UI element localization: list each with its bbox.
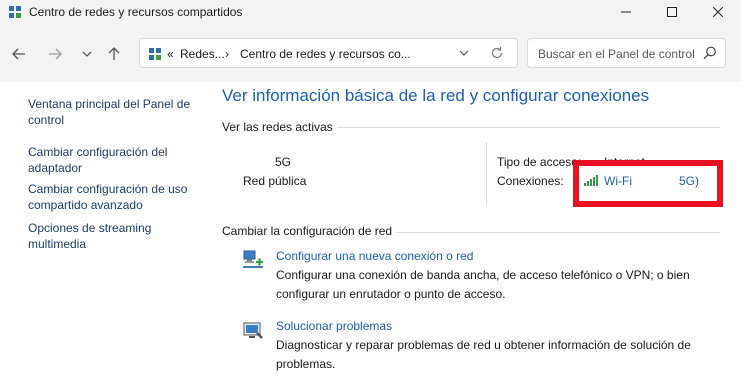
chevron-down-icon[interactable]	[459, 50, 469, 58]
arrow-right-icon	[49, 48, 62, 60]
breadcrumb-overflow[interactable]: «	[167, 47, 174, 61]
maximize-icon	[667, 7, 677, 17]
network-name: 5G	[275, 155, 292, 169]
arrow-up-icon	[108, 47, 120, 60]
maximize-button[interactable]	[649, 0, 695, 24]
close-icon	[713, 7, 723, 17]
network-center-icon	[149, 48, 161, 60]
up-button[interactable]	[104, 47, 124, 64]
search-input[interactable]	[536, 45, 700, 63]
task-troubleshoot-link[interactable]: Solucionar problemas	[276, 319, 392, 333]
network-center-icon	[9, 6, 21, 18]
breadcrumb-separator[interactable]: ›	[225, 47, 229, 61]
connections-label: Conexiones:	[497, 174, 564, 188]
new-connection-icon	[243, 250, 263, 268]
arrow-left-icon	[12, 48, 25, 60]
sidebar-item-media-streaming[interactable]: Opciones de streaming multimedia	[28, 220, 208, 252]
chevron-down-icon	[82, 51, 92, 57]
sidebar-item-advanced-sharing[interactable]: Cambiar configuración de uso compartido …	[28, 181, 208, 213]
divider	[486, 142, 487, 204]
title-bar: Centro de redes y recursos compartidos	[0, 0, 741, 24]
active-networks-heading: Ver las redes activas	[222, 120, 337, 134]
minimize-icon	[621, 11, 631, 13]
close-button[interactable]	[695, 0, 741, 24]
search-icon[interactable]	[703, 46, 717, 60]
forward-button[interactable]	[45, 47, 65, 63]
highlight-box	[573, 160, 723, 207]
recent-locations-button[interactable]	[77, 47, 97, 63]
search-box[interactable]	[527, 38, 726, 68]
task-setup-connection-link[interactable]: Configurar una nueva conexión o red	[276, 249, 473, 263]
task-setup-connection-desc: Configurar una conexión de banda ancha, …	[276, 268, 690, 301]
sidebar-item-control-panel-home[interactable]: Ventana principal del Panel de control	[28, 96, 208, 128]
page-title: Ver información básica de la red y confi…	[222, 86, 650, 105]
minimize-button[interactable]	[603, 0, 649, 24]
task-troubleshoot-desc: Diagnosticar y reparar problemas de red …	[276, 338, 691, 371]
navigation-bar: « Redes... › Centro de redes y recursos …	[0, 24, 741, 82]
address-bar[interactable]: « Redes... › Centro de redes y recursos …	[139, 38, 518, 68]
access-type-label: Tipo de acceso:	[497, 155, 582, 169]
change-settings-heading: Cambiar la configuración de red	[222, 224, 397, 238]
window-title: Centro de redes y recursos compartidos	[29, 5, 243, 19]
troubleshoot-icon	[243, 322, 263, 339]
breadcrumb-current[interactable]: Centro de redes y recursos co...	[240, 47, 411, 61]
back-button[interactable]	[9, 47, 29, 63]
network-type[interactable]: Red pública	[243, 174, 306, 188]
refresh-icon[interactable]	[490, 46, 504, 60]
breadcrumb-redes[interactable]: Redes...	[180, 47, 225, 61]
sidebar-item-adapter-settings[interactable]: Cambiar configuración del adaptador	[28, 144, 208, 176]
